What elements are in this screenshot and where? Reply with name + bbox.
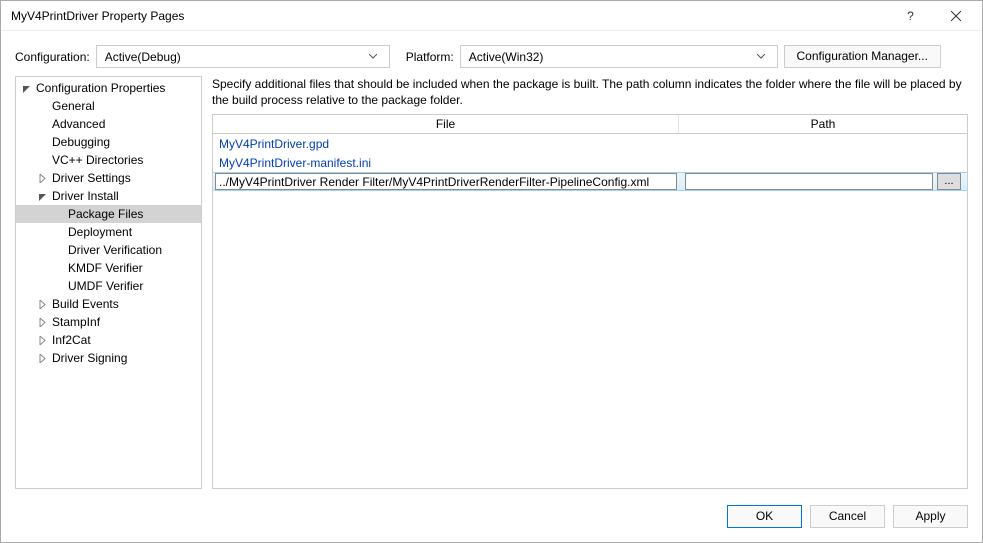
tree-item[interactable]: Driver Signing [16, 349, 201, 367]
tree-item-label: Driver Verification [68, 243, 162, 257]
close-button[interactable] [933, 1, 978, 30]
chevron-closed-icon[interactable] [38, 300, 52, 309]
table-row[interactable]: MyV4PrintDriver.gpd [213, 134, 967, 153]
tree-item-label: StampInf [52, 315, 100, 329]
tree-item-label: VC++ Directories [52, 153, 143, 167]
cell-path: ... [679, 173, 967, 190]
tree-item[interactable]: Debugging [16, 133, 201, 151]
browse-button[interactable]: ... [937, 173, 961, 190]
column-header-file[interactable]: File [213, 115, 679, 133]
chevron-open-icon[interactable] [38, 192, 52, 201]
column-header-path[interactable]: Path [679, 115, 967, 133]
tree-item[interactable]: StampInf [16, 313, 201, 331]
chevron-closed-icon[interactable] [38, 318, 52, 327]
chevron-closed-icon[interactable] [38, 336, 52, 345]
configuration-label: Configuration: [15, 50, 90, 64]
tree-item[interactable]: KMDF Verifier [16, 259, 201, 277]
platform-combo[interactable]: Active(Win32) [460, 45, 778, 68]
main-panel: Specify additional files that should be … [212, 76, 968, 489]
tree-item-label: General [52, 99, 95, 113]
grid-body: MyV4PrintDriver.gpd MyV4PrintDriver-manif… [213, 134, 967, 488]
help-button[interactable]: ? [888, 1, 933, 30]
tree-item[interactable]: General [16, 97, 201, 115]
tree-item[interactable]: Deployment [16, 223, 201, 241]
cell-file [213, 173, 679, 190]
cell-file: MyV4PrintDriver-manifest.ini [213, 156, 679, 170]
tree-item-label: Configuration Properties [36, 81, 165, 95]
tree-item-label: Inf2Cat [52, 333, 91, 347]
tree-item-label: KMDF Verifier [68, 261, 143, 275]
chevron-down-icon [369, 54, 385, 59]
config-bar: Configuration: Active(Debug) Platform: A… [1, 31, 982, 76]
tree-item[interactable]: Build Events [16, 295, 201, 313]
path-edit-input[interactable] [685, 173, 933, 190]
tree-item[interactable]: Driver Install [16, 187, 201, 205]
button-bar: OK Cancel Apply [1, 495, 982, 542]
chevron-closed-icon[interactable] [38, 174, 52, 183]
dialog-body: Configuration Properties General Advanced D… [1, 76, 982, 495]
window-title: MyV4PrintDriver Property Pages [11, 9, 888, 23]
configuration-manager-button[interactable]: Configuration Manager... [784, 45, 941, 68]
cancel-button[interactable]: Cancel [810, 505, 885, 528]
table-row[interactable]: ... [213, 172, 967, 191]
panel-description: Specify additional files that should be … [212, 76, 968, 108]
cell-file: MyV4PrintDriver.gpd [213, 137, 679, 151]
tree-item-label: Driver Signing [52, 351, 127, 365]
tree-item-label: Advanced [52, 117, 105, 131]
file-edit-input[interactable] [215, 173, 677, 190]
chevron-open-icon[interactable] [22, 84, 36, 93]
tree-item[interactable]: VC++ Directories [16, 151, 201, 169]
tree-item[interactable]: Driver Verification [16, 241, 201, 259]
table-row[interactable]: MyV4PrintDriver-manifest.ini [213, 153, 967, 172]
tree-item[interactable]: Package Files [16, 205, 201, 223]
titlebar: MyV4PrintDriver Property Pages ? [1, 1, 982, 31]
tree-item-label: Deployment [68, 225, 132, 239]
tree-item[interactable]: UMDF Verifier [16, 277, 201, 295]
tree-item[interactable]: Driver Settings [16, 169, 201, 187]
platform-label: Platform: [406, 50, 454, 64]
tree-item-label: Build Events [52, 297, 119, 311]
tree-item[interactable]: Configuration Properties [16, 79, 201, 97]
tree-item-label: Driver Install [52, 189, 119, 203]
tree-item[interactable]: Inf2Cat [16, 331, 201, 349]
close-icon [951, 11, 961, 21]
configuration-combo[interactable]: Active(Debug) [96, 45, 390, 68]
chevron-down-icon [757, 54, 773, 59]
help-icon: ? [907, 9, 914, 23]
ok-button[interactable]: OK [727, 505, 802, 528]
tree-item[interactable]: Advanced [16, 115, 201, 133]
file-grid: File Path MyV4PrintDriver.gpdMyV4PrintDr… [212, 114, 968, 489]
tree-item-label: Debugging [52, 135, 110, 149]
grid-header: File Path [213, 115, 967, 134]
tree-item-label: UMDF Verifier [68, 279, 143, 293]
platform-value: Active(Win32) [469, 50, 757, 64]
chevron-closed-icon[interactable] [38, 354, 52, 363]
tree-item-label: Package Files [68, 207, 143, 221]
configuration-value: Active(Debug) [105, 50, 369, 64]
nav-tree[interactable]: Configuration Properties General Advanced D… [15, 76, 202, 489]
apply-button[interactable]: Apply [893, 505, 968, 528]
property-pages-dialog: MyV4PrintDriver Property Pages ? Configu… [0, 0, 983, 543]
tree-item-label: Driver Settings [52, 171, 131, 185]
